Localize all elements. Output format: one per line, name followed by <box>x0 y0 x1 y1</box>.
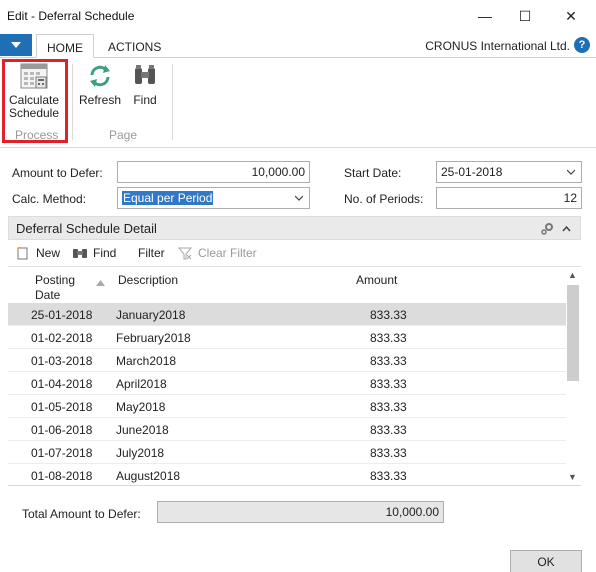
group-page-label: Page <box>109 128 138 142</box>
start-date-label: Start Date: <box>344 166 402 180</box>
new-button[interactable]: New <box>16 246 60 260</box>
cell-description: August2018 <box>116 469 181 483</box>
table-row[interactable]: 01-05-2018 May2018 833.33 <box>8 395 566 418</box>
group-separator <box>72 64 73 140</box>
table-row[interactable]: 01-07-2018 July2018 833.33 <box>8 441 566 464</box>
cell-description: April2018 <box>116 377 167 391</box>
cell-description: May2018 <box>116 400 166 414</box>
find-button[interactable]: Find <box>128 62 162 107</box>
refresh-label: Refresh <box>78 93 122 107</box>
cell-amount: 833.33 <box>370 400 407 414</box>
cell-amount: 833.33 <box>370 377 407 391</box>
cell-amount: 833.33 <box>370 308 407 322</box>
new-label: New <box>36 246 61 260</box>
collapse-icon[interactable] <box>562 225 571 232</box>
column-header-amount[interactable]: Amount <box>356 273 397 287</box>
minimize-button[interactable]: — <box>470 4 500 28</box>
group-process-label: Process <box>15 128 59 142</box>
find-toolbar-label: Find <box>93 246 117 260</box>
refresh-icon <box>90 65 110 87</box>
find-toolbar-button[interactable]: Find <box>72 246 116 260</box>
settings-icon[interactable] <box>540 222 554 236</box>
cell-amount: 833.33 <box>370 423 407 437</box>
tab-actions[interactable]: ACTIONS <box>98 34 171 58</box>
calc-method-label: Calc. Method: <box>12 192 87 206</box>
clear-filter-button[interactable]: Clear Filter <box>178 246 257 260</box>
cell-amount: 833.33 <box>370 354 407 368</box>
close-button[interactable]: ✕ <box>556 4 586 28</box>
cell-posting-date: 01-05-2018 <box>31 400 93 414</box>
table-row[interactable]: 25-01-2018 January2018 833.33 <box>8 303 566 326</box>
scrollbar-thumb[interactable] <box>567 285 579 381</box>
ribbon: Calculate Schedule Refresh Find Process … <box>0 58 596 148</box>
chevron-down-icon <box>567 169 575 175</box>
cell-description: June2018 <box>116 423 169 437</box>
calc-method-select[interactable]: Equal per Period <box>117 187 310 209</box>
maximize-button[interactable]: ☐ <box>510 4 540 28</box>
table-row[interactable]: 01-04-2018 April2018 833.33 <box>8 372 566 395</box>
ribbon-tab-row: HOME ACTIONS CRONUS International Ltd. ? <box>0 32 596 58</box>
filter-button[interactable]: Filter <box>138 246 165 260</box>
app-menu-button[interactable] <box>0 34 32 56</box>
table-row[interactable]: 01-06-2018 June2018 833.33 <box>8 418 566 441</box>
amount-to-defer-field[interactable]: 10,000.00 <box>117 161 310 183</box>
cell-posting-date: 01-06-2018 <box>31 423 93 437</box>
cell-amount: 833.33 <box>370 446 407 460</box>
part-title: Deferral Schedule Detail <box>16 221 157 236</box>
part-header: Deferral Schedule Detail <box>8 216 581 240</box>
total-amount-label: Total Amount to Defer: <box>22 507 141 521</box>
total-amount-field: 10,000.00 <box>157 501 444 523</box>
title-bar: Edit - Deferral Schedule — ☐ ✕ <box>0 0 596 32</box>
cell-posting-date: 01-08-2018 <box>31 469 93 483</box>
refresh-button[interactable]: Refresh <box>78 62 122 107</box>
cell-posting-date: 01-07-2018 <box>31 446 93 460</box>
cell-description: January2018 <box>116 308 186 322</box>
calculator-schedule-icon <box>20 63 48 89</box>
calculate-schedule-label: Calculate Schedule <box>8 93 60 120</box>
tab-home[interactable]: HOME <box>36 34 94 58</box>
sort-ascending-icon <box>96 280 105 286</box>
dropdown-icon <box>11 42 21 48</box>
table-row[interactable]: 01-02-2018 February2018 833.33 <box>8 326 566 349</box>
clear-filter-icon <box>178 247 192 260</box>
part-toolbar: New Find Filter Clear Filter <box>8 240 581 266</box>
cell-description: July2018 <box>116 446 165 460</box>
no-of-periods-label: No. of Periods: <box>344 192 424 206</box>
table-row[interactable]: 01-03-2018 March2018 833.33 <box>8 349 566 372</box>
amount-to-defer-label: Amount to Defer: <box>12 166 103 180</box>
window-title: Edit - Deferral Schedule <box>7 9 135 23</box>
chevron-down-icon <box>295 195 303 201</box>
new-document-icon <box>17 247 28 260</box>
binoculars-icon <box>73 249 87 258</box>
cell-description: March2018 <box>116 354 177 368</box>
cell-amount: 833.33 <box>370 331 407 345</box>
scroll-up-icon[interactable]: ▲ <box>568 270 577 280</box>
calculate-schedule-button[interactable]: Calculate Schedule <box>6 62 62 120</box>
cell-posting-date: 01-02-2018 <box>31 331 93 345</box>
table-row[interactable]: 01-08-2018 August2018 833.33 <box>8 464 566 485</box>
group-separator <box>172 64 173 140</box>
find-label: Find <box>133 93 157 107</box>
no-of-periods-field[interactable]: 12 <box>436 187 582 209</box>
help-icon[interactable]: ? <box>574 37 590 53</box>
deferral-detail-grid: Posting Date Description Amount 25-01-20… <box>8 266 581 486</box>
company-name: CRONUS International Ltd. <box>425 39 570 53</box>
cell-amount: 833.33 <box>370 469 407 483</box>
ok-button[interactable]: OK <box>510 550 582 572</box>
binoculars-icon <box>135 65 155 84</box>
cell-posting-date: 25-01-2018 <box>31 308 93 322</box>
cell-posting-date: 01-03-2018 <box>31 354 93 368</box>
start-date-value: 25-01-2018 <box>441 165 503 179</box>
calc-method-value: Equal per Period <box>122 191 214 205</box>
start-date-select[interactable]: 25-01-2018 <box>436 161 582 183</box>
column-header-description[interactable]: Description <box>118 273 178 287</box>
clear-filter-label: Clear Filter <box>198 246 257 260</box>
column-header-posting-date[interactable]: Posting Date <box>35 273 85 303</box>
cell-description: February2018 <box>116 331 191 345</box>
cell-posting-date: 01-04-2018 <box>31 377 93 391</box>
grid-scrollbar[interactable]: ▲ ▼ <box>566 270 580 484</box>
scroll-down-icon[interactable]: ▼ <box>568 472 577 482</box>
